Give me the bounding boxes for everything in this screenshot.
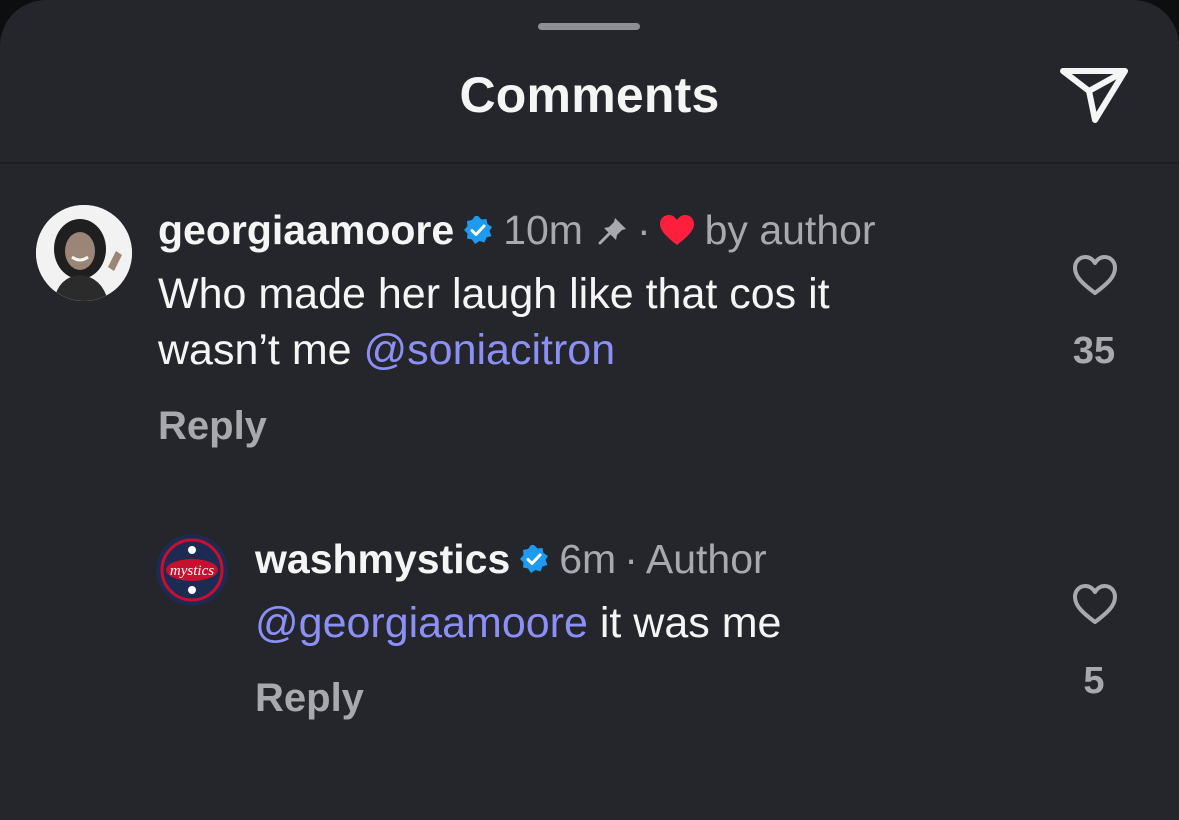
comment-timestamp: 10m [503, 207, 583, 253]
avatar-logo-text: mystics [170, 563, 214, 579]
like-count: 5 [1083, 660, 1105, 702]
avatar[interactable]: mystics [156, 534, 228, 606]
author-label: Author [645, 536, 767, 582]
verified-badge-icon [464, 216, 493, 244]
comment-timestamp: 6m [559, 536, 617, 582]
like-heart-icon[interactable] [1071, 582, 1119, 626]
comment-header: washmystics 6m · Author [255, 535, 767, 583]
comment-body: it was me [587, 599, 782, 647]
pin-icon [598, 218, 626, 245]
header-divider [0, 162, 1179, 164]
comment-text: @georgiaamoore it was me [255, 595, 781, 651]
like-heart-icon[interactable] [1071, 253, 1119, 297]
comment-header: georgiaamoore 10m · by author [158, 206, 876, 254]
comment-username[interactable]: washmystics [255, 535, 510, 583]
paper-plane-icon[interactable] [1058, 62, 1132, 126]
mention-link[interactable]: @georgiaamoore [255, 599, 588, 647]
avatar[interactable] [36, 205, 132, 301]
comments-sheet: Comments georgiaamoore 10m · by author W… [0, 0, 1179, 820]
reply-button[interactable]: Reply [255, 676, 364, 721]
reply-button[interactable]: Reply [158, 404, 267, 449]
sheet-title: Comments [459, 67, 720, 123]
comment-text: Who made her laugh like that cos it wasn… [158, 266, 830, 378]
mention-link[interactable]: @soniacitron [364, 326, 616, 374]
comment-username[interactable]: georgiaamoore [158, 206, 454, 254]
verified-badge-icon [520, 545, 549, 573]
like-count: 35 [1072, 330, 1116, 372]
meta-separator: · [624, 536, 638, 582]
liked-by-author-label: by author [704, 207, 876, 253]
meta-separator: · [636, 207, 651, 253]
author-liked-heart-icon [659, 215, 694, 245]
sheet-grabber-handle[interactable] [538, 23, 640, 30]
